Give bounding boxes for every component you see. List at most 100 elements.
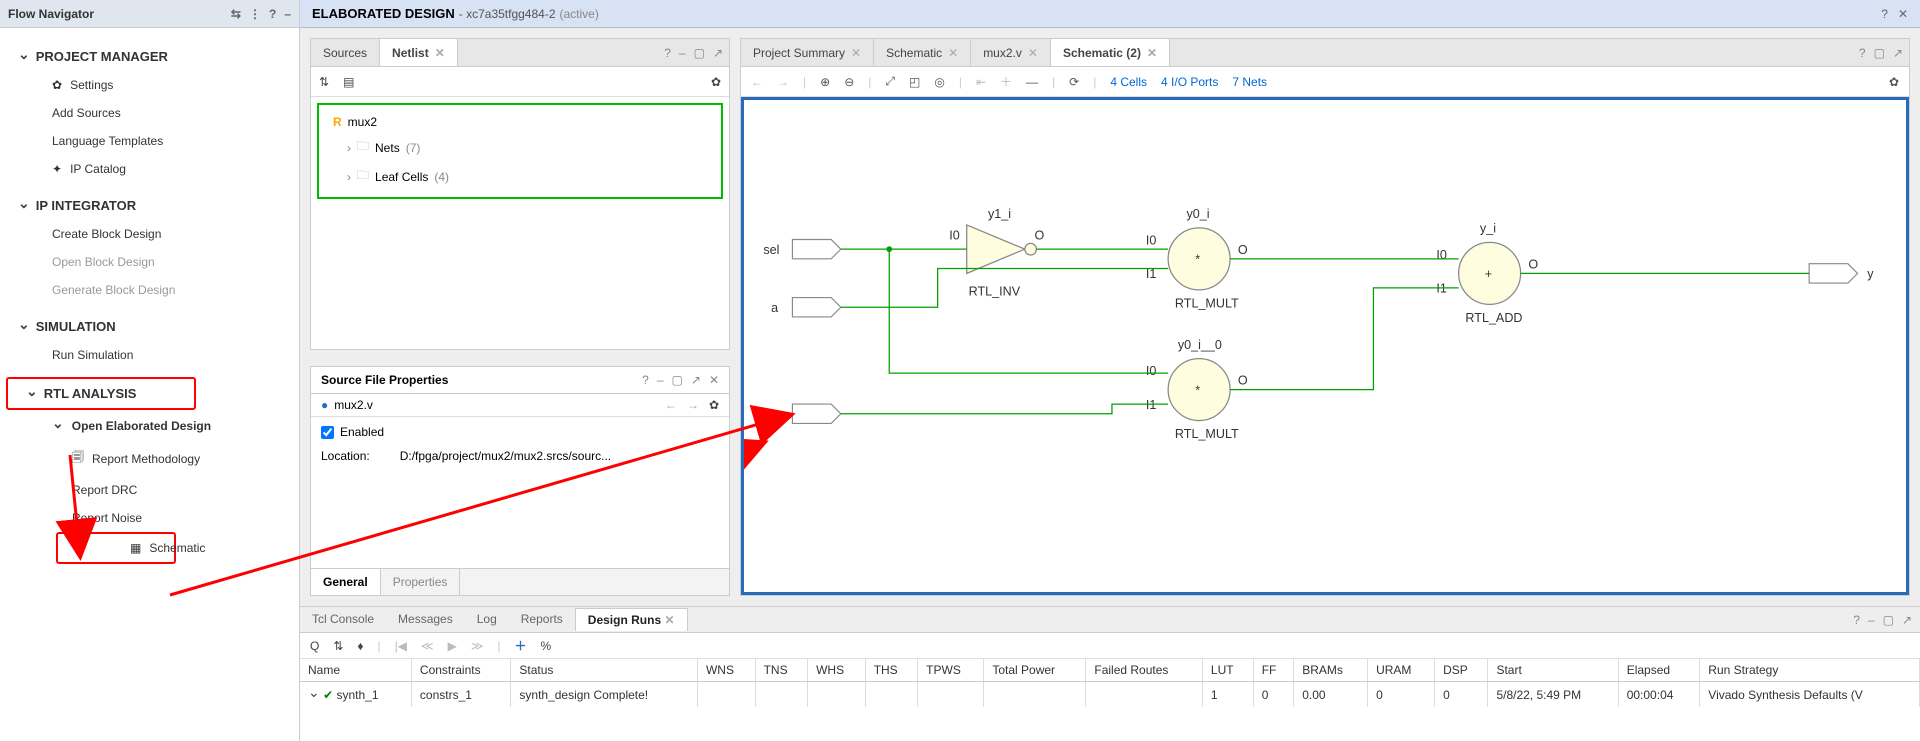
gear-icon[interactable]: ✿ bbox=[709, 398, 719, 412]
tab-schematic2[interactable]: Schematic (2)✕ bbox=[1051, 39, 1170, 66]
svg-text:I1: I1 bbox=[1146, 267, 1157, 281]
tree-leaf[interactable]: ›🗀Leaf Cells(4) bbox=[329, 162, 711, 191]
rtl-section[interactable]: RTL ANALYSIS bbox=[6, 377, 196, 410]
schematic-canvas[interactable]: .wire { stroke:#00a000; stroke-width:1.3… bbox=[741, 97, 1909, 595]
regen-icon[interactable]: ⟳ bbox=[1069, 75, 1079, 89]
btab-tcl[interactable]: Tcl Console bbox=[300, 608, 386, 631]
center-icon[interactable]: ◎ bbox=[934, 75, 944, 89]
nav-back-icon[interactable]: ← bbox=[751, 75, 763, 89]
panel-max-icon[interactable]: ▢ bbox=[672, 373, 683, 387]
nav-generate-block[interactable]: Generate Block Design bbox=[0, 276, 299, 304]
header-close-icon[interactable]: ✕ bbox=[1898, 7, 1908, 21]
sort-icon[interactable]: ♦ bbox=[357, 639, 363, 653]
panel-min-icon[interactable]: – bbox=[679, 46, 686, 60]
panel-min-icon[interactable]: – bbox=[1868, 613, 1875, 627]
fit-icon[interactable]: ⤢ bbox=[885, 74, 895, 89]
panel-max-icon[interactable]: ▢ bbox=[1874, 46, 1885, 60]
btab-designruns[interactable]: Design Runs ✕ bbox=[575, 608, 688, 631]
panel-help-icon[interactable]: ? bbox=[664, 46, 671, 60]
tab-project-summary[interactable]: Project Summary✕ bbox=[741, 39, 874, 66]
header-help-icon[interactable]: ? bbox=[1881, 7, 1888, 21]
pm-section[interactable]: PROJECT MANAGER bbox=[0, 42, 299, 71]
panel-min-icon[interactable]: – bbox=[657, 373, 664, 387]
prev-icon[interactable]: ← bbox=[665, 398, 677, 412]
props-tab-general[interactable]: General bbox=[311, 569, 381, 595]
prev-net-icon[interactable]: ⇤ bbox=[976, 75, 986, 89]
select-icon[interactable]: ◰ bbox=[909, 75, 920, 89]
tab-schematic1[interactable]: Schematic✕ bbox=[874, 39, 971, 66]
svg-text:y1_i: y1_i bbox=[988, 207, 1011, 221]
add-icon[interactable]: ＋ bbox=[1000, 73, 1012, 90]
close-icon[interactable]: ✕ bbox=[1147, 46, 1157, 60]
svg-text:RTL_MULT: RTL_MULT bbox=[1175, 427, 1239, 441]
enabled-input[interactable] bbox=[321, 426, 334, 439]
panel-restore-icon[interactable]: ↗ bbox=[1893, 46, 1903, 60]
next-icon[interactable]: ≫ bbox=[471, 639, 484, 653]
nav-fwd-icon[interactable]: → bbox=[777, 75, 789, 89]
nav-open-block[interactable]: Open Block Design bbox=[0, 248, 299, 276]
expand-icon[interactable]: ▤ bbox=[343, 75, 354, 89]
collapse-all-icon[interactable]: ⇆ bbox=[231, 7, 241, 21]
tree-root[interactable]: Rmux2 bbox=[329, 111, 711, 133]
btab-messages[interactable]: Messages bbox=[386, 608, 465, 631]
nav-open-elab[interactable]: Open Elaborated Design bbox=[0, 410, 299, 441]
ioports-link[interactable]: 4 I/O Ports bbox=[1161, 75, 1218, 89]
first-icon[interactable]: |◀ bbox=[395, 639, 407, 653]
close-icon[interactable]: ✕ bbox=[851, 46, 861, 60]
minus-icon[interactable]: — bbox=[1026, 75, 1038, 89]
next-icon[interactable]: → bbox=[687, 398, 699, 412]
tab-sources[interactable]: Sources bbox=[311, 39, 380, 66]
nav-ip-catalog[interactable]: ✦IP Catalog bbox=[0, 155, 299, 183]
table-row[interactable]: ✔ synth_1 constrs_1 synth_design Complet… bbox=[300, 682, 1920, 708]
svg-text:O: O bbox=[1238, 243, 1248, 257]
nav-create-block[interactable]: Create Block Design bbox=[0, 220, 299, 248]
gear-icon[interactable]: ✿ bbox=[711, 75, 721, 89]
tab-mux2v[interactable]: mux2.v✕ bbox=[971, 39, 1051, 66]
cells-link[interactable]: 4 Cells bbox=[1110, 75, 1147, 89]
nav-language-templates[interactable]: Language Templates bbox=[0, 127, 299, 155]
panel-help-icon[interactable]: ? bbox=[1853, 613, 1860, 627]
nav-add-sources[interactable]: Add Sources bbox=[0, 99, 299, 127]
nav-report-drc[interactable]: Report DRC bbox=[0, 476, 299, 504]
add-run-icon[interactable]: ＋ bbox=[515, 637, 527, 654]
nav-run-sim[interactable]: Run Simulation bbox=[0, 341, 299, 369]
nav-settings[interactable]: ✿Settings bbox=[0, 71, 299, 99]
panel-max-icon[interactable]: ▢ bbox=[694, 46, 705, 60]
enabled-checkbox[interactable]: Enabled bbox=[321, 425, 719, 439]
close-icon[interactable]: ✕ bbox=[664, 613, 674, 627]
help-icon[interactable]: ? bbox=[269, 7, 276, 21]
nav-report-methodology[interactable]: 🗐Report Methodology bbox=[0, 441, 299, 476]
percent-icon[interactable]: % bbox=[541, 639, 552, 653]
btab-log[interactable]: Log bbox=[465, 608, 509, 631]
props-tab-properties[interactable]: Properties bbox=[381, 569, 461, 595]
nets-link[interactable]: 7 Nets bbox=[1232, 75, 1267, 89]
collapse-icon[interactable]: ⇅ bbox=[319, 75, 329, 89]
nav-report-noise[interactable]: Report Noise bbox=[0, 504, 299, 532]
nav-schematic[interactable]: ▦Schematic bbox=[56, 532, 176, 564]
pin-icon[interactable]: – bbox=[284, 7, 291, 21]
bottom-panel: Tcl Console Messages Log Reports Design … bbox=[300, 606, 1920, 741]
btab-reports[interactable]: Reports bbox=[509, 608, 575, 631]
close-icon[interactable]: ✕ bbox=[435, 46, 445, 60]
panel-max-icon[interactable]: ▢ bbox=[1883, 613, 1894, 627]
panel-close-icon[interactable]: ✕ bbox=[709, 373, 719, 387]
close-icon[interactable]: ✕ bbox=[1028, 46, 1038, 60]
zoom-in-icon[interactable]: ⊕ bbox=[820, 75, 830, 89]
tree-nets[interactable]: ›🗀Nets(7) bbox=[329, 133, 711, 162]
gear-icon[interactable]: ✿ bbox=[1889, 75, 1899, 89]
play-icon[interactable]: ▶ bbox=[448, 639, 457, 653]
panel-help-icon[interactable]: ? bbox=[642, 373, 649, 387]
panel-restore-icon[interactable]: ↗ bbox=[691, 373, 701, 387]
search-icon[interactable]: Q bbox=[310, 639, 319, 653]
svg-text:+: + bbox=[1485, 267, 1492, 281]
sim-section[interactable]: SIMULATION bbox=[0, 312, 299, 341]
panel-restore-icon[interactable]: ↗ bbox=[713, 46, 723, 60]
zoom-out-icon[interactable]: ⊖ bbox=[844, 75, 854, 89]
filter-icon[interactable]: ⇅ bbox=[333, 639, 343, 653]
prev-icon[interactable]: ≪ bbox=[421, 639, 434, 653]
close-icon[interactable]: ✕ bbox=[948, 46, 958, 60]
panel-help-icon[interactable]: ? bbox=[1859, 46, 1866, 60]
panel-restore-icon[interactable]: ↗ bbox=[1902, 613, 1912, 627]
tab-netlist[interactable]: Netlist✕ bbox=[380, 39, 458, 66]
ipi-section[interactable]: IP INTEGRATOR bbox=[0, 191, 299, 220]
